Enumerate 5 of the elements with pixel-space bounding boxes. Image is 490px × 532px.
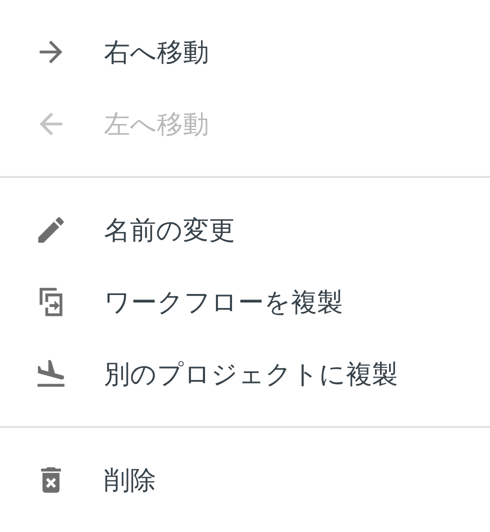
menu-item[interactable]: 右へ移動	[0, 16, 490, 88]
menu-item[interactable]: 削除	[0, 444, 490, 516]
menu-item[interactable]: 名前の変更	[0, 194, 490, 266]
menu-item[interactable]: ワークフローを複製	[0, 266, 490, 338]
menu-item[interactable]: 別のプロジェクトに複製	[0, 338, 490, 410]
